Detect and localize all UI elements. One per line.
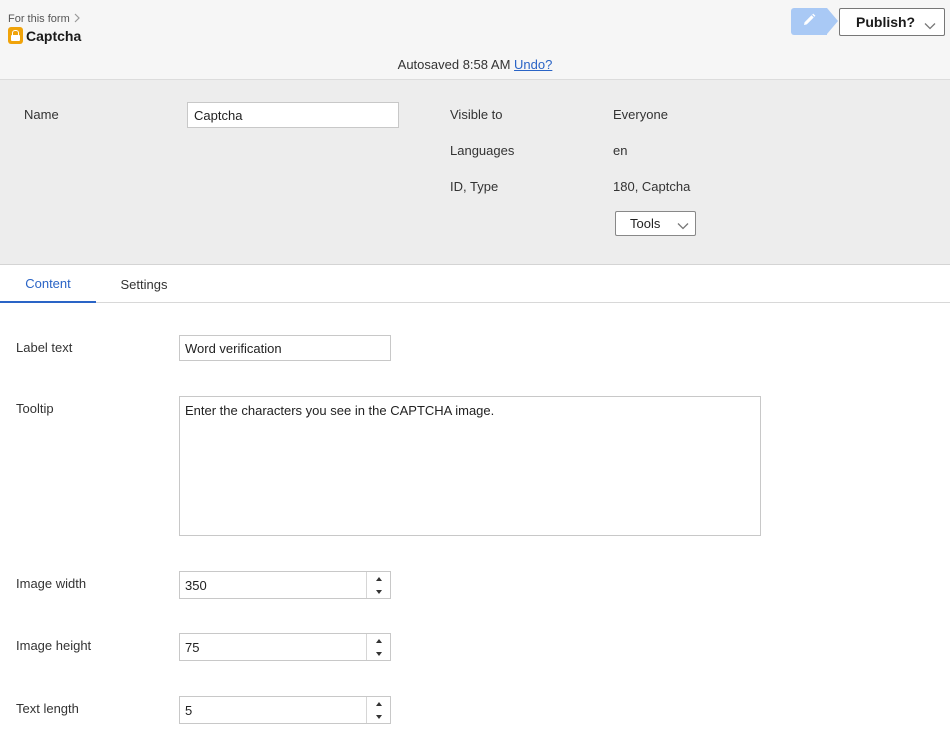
caret-up-icon: [375, 701, 382, 706]
image-height-input[interactable]: [180, 634, 366, 660]
edit-button[interactable]: [791, 8, 838, 35]
title-row: Captcha: [8, 27, 81, 44]
chevron-down-icon: [924, 17, 936, 33]
decrement-button[interactable]: [367, 710, 390, 723]
autosave-text: Autosaved 8:58 AM: [397, 57, 511, 72]
caret-up-icon: [375, 576, 382, 581]
page-title: Captcha: [26, 27, 82, 44]
undo-link[interactable]: Undo?: [514, 57, 552, 72]
text-length-stepper: [179, 696, 391, 724]
text-length-input[interactable]: [180, 697, 366, 723]
caret-down-icon: [375, 651, 382, 656]
lock-icon: [8, 27, 23, 44]
image-height-stepper: [179, 633, 391, 661]
caret-down-icon: [375, 589, 382, 594]
languages-value: en: [613, 143, 628, 158]
tab-bar: Content Settings: [0, 265, 950, 303]
id-type-value: 180, Captcha: [613, 179, 691, 194]
increment-button[interactable]: [367, 697, 390, 710]
name-input[interactable]: [187, 102, 399, 128]
tools-button[interactable]: Tools: [615, 211, 696, 236]
increment-button[interactable]: [367, 634, 390, 647]
visible-to-label: Visible to: [450, 107, 503, 122]
tooltip-textarea[interactable]: Enter the characters you see in the CAPT…: [179, 396, 761, 536]
text-length-label: Text length: [16, 701, 79, 716]
breadcrumb-link[interactable]: For this form: [8, 13, 70, 25]
visible-to-value: Everyone: [613, 107, 668, 122]
tools-label: Tools: [630, 216, 661, 231]
text-length-spinner: [366, 697, 390, 723]
image-width-label: Image width: [16, 576, 87, 591]
image-width-input[interactable]: [180, 572, 366, 598]
decrement-button[interactable]: [367, 647, 390, 660]
label-text-input[interactable]: [179, 335, 391, 361]
image-height-label: Image height: [16, 638, 92, 653]
decrement-button[interactable]: [367, 585, 390, 598]
name-label: Name: [24, 107, 59, 122]
label-text-label: Label text: [16, 340, 73, 355]
id-type-label: ID, Type: [450, 179, 499, 194]
languages-label: Languages: [450, 143, 515, 158]
caret-up-icon: [375, 638, 382, 643]
page-header: For this form Captcha Publish? Autosaved…: [0, 0, 950, 80]
tab-content[interactable]: Content: [0, 265, 96, 303]
increment-button[interactable]: [367, 572, 390, 585]
properties-panel: Name Visible to Everyone Languages en ID…: [0, 80, 950, 265]
publish-button[interactable]: Publish?: [839, 8, 945, 36]
publish-label: Publish?: [856, 14, 916, 30]
image-width-spinner: [366, 572, 390, 598]
chevron-right-icon: [74, 12, 80, 26]
image-width-stepper: [179, 571, 391, 599]
tooltip-label: Tooltip: [16, 401, 54, 416]
tab-settings[interactable]: Settings: [96, 265, 192, 303]
breadcrumb[interactable]: For this form: [8, 12, 80, 26]
caret-down-icon: [375, 714, 382, 719]
pencil-icon: [802, 13, 816, 30]
image-height-spinner: [366, 634, 390, 660]
chevron-down-icon: [677, 218, 689, 233]
autosave-status: Autosaved 8:58 AM Undo?: [0, 57, 950, 72]
